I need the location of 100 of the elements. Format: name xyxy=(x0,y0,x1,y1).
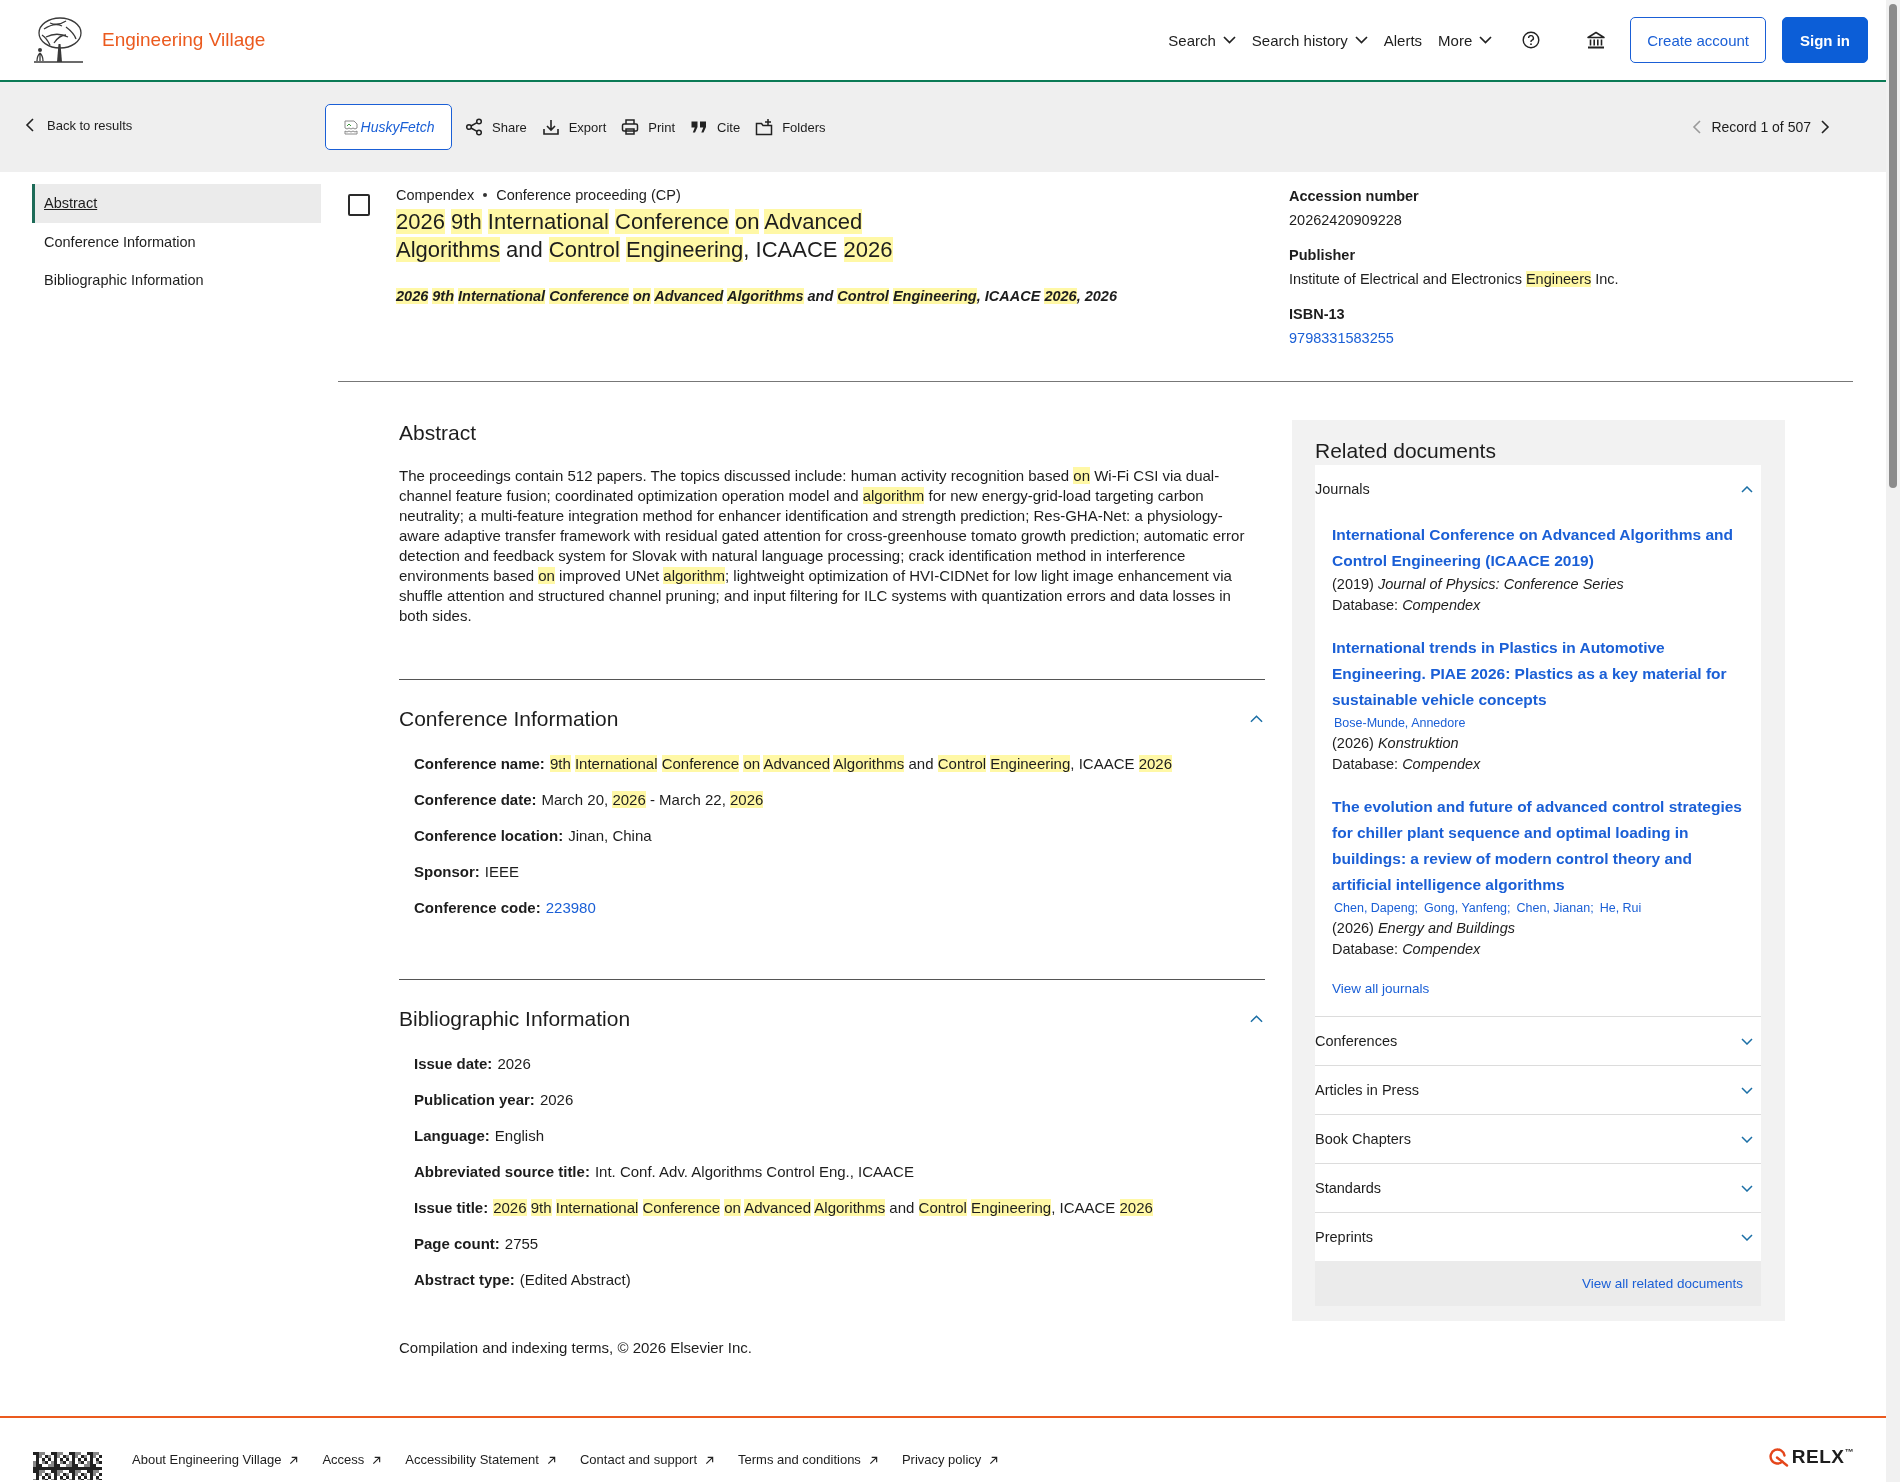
footer-link[interactable]: Access xyxy=(322,1452,382,1468)
document-type: Conference proceeding (CP) xyxy=(496,186,681,204)
checkbox[interactable] xyxy=(348,194,370,216)
footer-link[interactable]: Privacy policy xyxy=(901,1452,999,1468)
scrollbar-thumb[interactable] xyxy=(1889,4,1897,488)
field-label: Conference date: xyxy=(414,791,537,808)
field-label: Publication year: xyxy=(414,1091,535,1108)
nav-menu[interactable]: More xyxy=(1438,31,1493,49)
detail-label: Accession number xyxy=(1289,187,1420,206)
toolbar-action[interactable]: Folders xyxy=(755,118,826,136)
document-link[interactable]: International trends in Plastics in Automotive Engineering. PIAE 2026: Plastics as a key material for sustainable vehicle concepts xyxy=(1332,635,1753,713)
author-link[interactable]: He, Rui xyxy=(1599,898,1642,918)
field-value: 2026 xyxy=(497,1055,531,1072)
footer-link[interactable]: Contact and support xyxy=(579,1452,715,1468)
publication-info: (2026) Energy and Buildings xyxy=(1332,919,1516,938)
footer-link[interactable]: Terms and conditions xyxy=(738,1452,878,1468)
author-link[interactable]: Bose-Munde, Annedore xyxy=(1334,713,1466,733)
accordion-header[interactable]: Conferences xyxy=(1315,1017,1761,1065)
sign-in-button[interactable]: Sign in xyxy=(1782,17,1868,63)
field-label: Abbreviated source title: xyxy=(414,1163,590,1180)
footer-link[interactable]: Accessibility Statement xyxy=(405,1452,556,1468)
field-value: English xyxy=(494,1127,545,1144)
bullet-icon xyxy=(483,193,488,197)
broken-image-icon xyxy=(342,119,359,135)
chevron-right-icon[interactable] xyxy=(1820,119,1830,135)
chevron-up-icon[interactable] xyxy=(1250,715,1263,723)
help-icon[interactable] xyxy=(1522,31,1541,49)
caret-icon xyxy=(1479,36,1493,44)
detail-value: 20262420909228 xyxy=(1289,211,1403,230)
chevron-up-icon[interactable] xyxy=(1250,1015,1263,1023)
author-link[interactable]: Gong, Yanfeng; xyxy=(1424,898,1511,918)
field-label: Issue date: xyxy=(414,1055,493,1072)
nav-link[interactable]: Alerts xyxy=(1383,31,1423,49)
sidebar-item[interactable]: Conference Information xyxy=(32,222,321,261)
field-label: Conference name: xyxy=(414,755,545,772)
nav-menu[interactable]: Search history xyxy=(1251,31,1368,49)
section-heading: Conference Information xyxy=(399,706,619,732)
field-label: Language: xyxy=(414,1127,490,1144)
accordion-header[interactable]: Standards xyxy=(1315,1164,1761,1212)
arrow-up-right-icon xyxy=(868,1455,878,1465)
author-link[interactable]: Chen, Dapeng; xyxy=(1334,898,1419,918)
toolbar-action[interactable]: Share xyxy=(465,118,527,136)
sidebar-item[interactable]: Bibliographic Information xyxy=(32,261,321,300)
field-label: Conference code: xyxy=(414,899,541,916)
arrow-up-right-icon xyxy=(372,1455,382,1465)
create-account-button[interactable]: Create account xyxy=(1630,17,1766,63)
printer-icon xyxy=(621,118,640,136)
detail-label: ISBN-13 xyxy=(1289,305,1346,324)
publication-info: (2019) Journal of Physics: Conference Series xyxy=(1332,575,1625,594)
arrow-up-right-icon xyxy=(546,1455,556,1465)
arrow-up-right-icon xyxy=(989,1455,999,1465)
scrollbar-track[interactable] xyxy=(1886,0,1900,1482)
abstract-text: The proceedings contain 512 papers. The topics discussed include: human activity recognition based on Wi-Fi CSI via dual-channel feature fusion; coordinated optimization operation model and algorithm for new energy-grid-load targeting carbon neutrality; a multi-feature integration method for enhancer identification and strength prediction; Res-GHA-Net: a physiology-aware adaptive transfer framework with residual gated attention for cross-greenhouse tomato growth prediction; automatic error detection and feedback system for Slovak with natural language processing; crack identification method in interference environments based on improved UNet algorithm; lightweight optimization of HVI-CIDNet for low light image enhancement via shuffle attention and structured channel pruning; and input filtering for ILC systems with quantization errors and data losses in both sides. xyxy=(399,466,1246,626)
record-counter: Record 1 of 507 xyxy=(1711,119,1811,135)
download-icon xyxy=(541,118,560,136)
brand-name: RELX$^{™}$ xyxy=(1791,1446,1854,1468)
view-all-link[interactable]: View all related documents xyxy=(1581,1276,1743,1291)
isbn-link[interactable]: 9798331583255 xyxy=(1289,326,1619,350)
field-label: Page count: xyxy=(414,1235,500,1252)
accordion-header[interactable]: Preprints xyxy=(1315,1213,1761,1261)
image-link-button[interactable]: HuskyFetch xyxy=(325,104,452,150)
section-heading: Abstract xyxy=(399,420,478,446)
chevron-left-icon xyxy=(25,117,35,133)
document-link[interactable]: The evolution and future of advanced control strategies for chiller plant sequence and optimal loading in buildings: a review of modern control theory and artificial intelligence algorithms xyxy=(1332,794,1753,898)
accordion-header[interactable]: Journals xyxy=(1315,465,1761,513)
detail-label: Publisher xyxy=(1289,246,1357,265)
sidebar-item[interactable]: Abstract xyxy=(32,184,321,223)
share-icon xyxy=(465,118,483,136)
author-link[interactable]: Chen, Jianan; xyxy=(1516,898,1594,918)
field-value: Jinan, China xyxy=(568,827,652,844)
document-type: Compendex xyxy=(396,186,475,204)
database-info: Database: Compendex xyxy=(1332,939,1482,959)
accordion-header[interactable]: Book Chapters xyxy=(1315,1115,1761,1163)
database-info: Database: Compendex xyxy=(1332,595,1482,615)
panel-heading: Related documents xyxy=(1315,438,1497,464)
pixel-logo-icon[interactable] xyxy=(33,1452,102,1480)
publication-info: (2026) Konstruktion xyxy=(1332,734,1460,753)
field-value: 9th International Conference on Advanced Algorithms and Control Engineering, ICAACE 2026 xyxy=(549,755,1173,772)
back-link[interactable]: Back to results xyxy=(25,117,133,133)
caret-icon xyxy=(1354,36,1368,44)
copyright-text: Compilation and indexing terms, © 2026 Elsevier Inc. xyxy=(399,1338,753,1358)
institution-icon[interactable] xyxy=(1586,30,1607,50)
field-value: IEEE xyxy=(484,863,520,880)
document-link[interactable]: International Conference on Advanced Algorithms and Control Engineering (ICAACE 2019) xyxy=(1332,522,1753,574)
field-value: 2026 xyxy=(539,1091,574,1108)
folder-plus-icon xyxy=(755,118,774,136)
accordion-header[interactable]: Articles in Press xyxy=(1315,1066,1761,1114)
field-value: (Edited Abstract) xyxy=(519,1271,631,1288)
footer-link[interactable]: About Engineering Village xyxy=(132,1452,299,1468)
nav-menu[interactable]: Search xyxy=(1168,31,1236,49)
toolbar-action[interactable]: Print xyxy=(621,118,675,136)
view-all-link[interactable]: View all journals xyxy=(1332,979,1430,999)
toolbar-action[interactable]: Cite xyxy=(690,118,741,136)
database-info: Database: Compendex xyxy=(1332,754,1482,774)
source-title: 2026 9th International Conference on Advanced Algorithms and Control Engineering, ICAACE 2026, 2026 xyxy=(396,287,1118,306)
field-value: 2755 xyxy=(504,1235,539,1252)
detail-value: Institute of Electrical and Electronics Engineers Inc. xyxy=(1289,270,1619,289)
toolbar-action[interactable]: Export xyxy=(541,118,607,136)
code-link[interactable]: 223980 xyxy=(545,899,596,916)
field-label: Sponsor: xyxy=(414,863,480,880)
